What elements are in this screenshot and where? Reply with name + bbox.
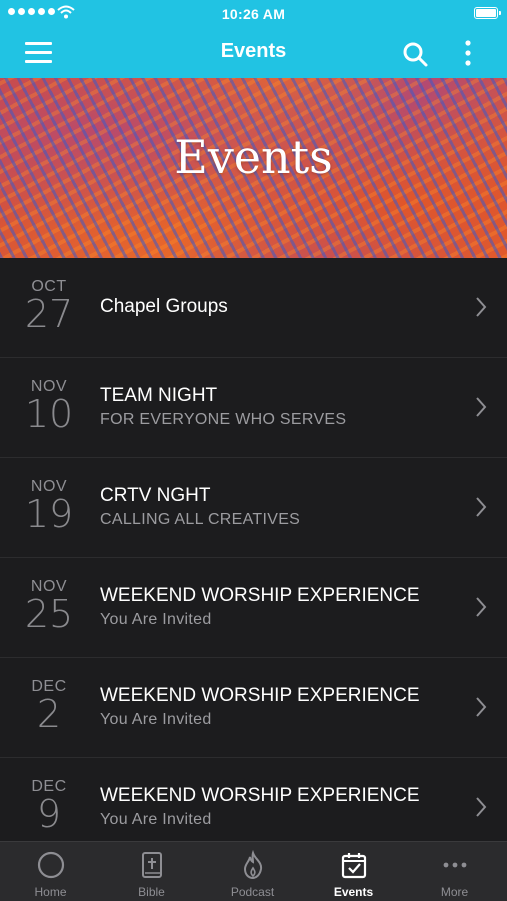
event-list: OCT 27 Chapel Groups NOV 10 TEAM NIGHT F… [0,258,507,841]
event-row[interactable]: DEC 9 WEEKEND WORSHIP EXPERIENCE You Are… [0,758,507,841]
event-row[interactable]: NOV 19 CRTV NGHT CALLING ALL CREATIVES [0,458,507,558]
chevron-right-icon [476,397,487,417]
event-date: DEC 2 [20,678,78,736]
event-row[interactable]: OCT 27 Chapel Groups [0,258,507,358]
event-row[interactable]: NOV 25 WEEKEND WORSHIP EXPERIENCE You Ar… [0,558,507,658]
battery-icon [474,7,501,19]
event-date: DEC 9 [20,778,78,836]
tab-label: More [440,885,469,899]
bible-icon [141,852,162,878]
event-title: Chapel Groups [100,296,228,317]
tab-events[interactable]: Events [303,842,404,901]
chevron-right-icon [476,297,487,317]
event-subtitle: CALLING ALL CREATIVES [100,511,301,528]
tab-label: Events [333,885,374,899]
status-bar: 10:26 AM [0,0,507,28]
event-date: NOV 19 [20,478,78,536]
event-day: 9 [36,792,62,836]
event-day: 25 [24,592,74,636]
status-time: 10:26 AM [221,6,286,22]
flame-icon [243,850,262,880]
more-dots-icon [443,862,466,868]
event-day: 27 [24,292,74,336]
event-text: WEEKEND WORSHIP EXPERIENCE You Are Invit… [100,585,467,629]
event-text: Chapel Groups [100,296,467,318]
home-circle-icon [37,851,64,879]
event-subtitle: FOR EVERYONE WHO SERVES [100,411,347,428]
event-date: NOV 25 [20,578,78,636]
chevron-right-icon [476,697,487,717]
event-day: 19 [24,492,74,536]
calendar-check-icon [341,853,366,879]
tab-podcast[interactable]: Podcast [202,842,303,901]
event-date: NOV 10 [20,378,78,436]
event-text: TEAM NIGHT FOR EVERYONE WHO SERVES [100,385,467,429]
hero-banner: Events [0,78,507,258]
tab-bible[interactable]: Bible [101,842,202,901]
event-text: WEEKEND WORSHIP EXPERIENCE You Are Invit… [100,785,467,829]
chevron-right-icon [476,797,487,817]
event-day: 10 [24,392,74,436]
hero-title: Events [174,130,333,184]
event-title: CRTV NGHT [100,485,211,506]
event-row[interactable]: NOV 10 TEAM NIGHT FOR EVERYONE WHO SERVE… [0,358,507,458]
event-date: OCT 27 [20,278,78,336]
event-day: 2 [36,692,62,736]
event-title: TEAM NIGHT [100,385,218,406]
more-vertical-icon[interactable] [458,38,478,68]
nav-bar: Events [0,28,507,78]
event-subtitle: You Are Invited [100,711,212,728]
tab-more[interactable]: More [404,842,505,901]
event-text: CRTV NGHT CALLING ALL CREATIVES [100,485,467,529]
tab-bar: Home Bible Podcast Events More [0,841,507,901]
tab-label: Home [34,885,67,899]
event-title: WEEKEND WORSHIP EXPERIENCE [100,585,420,606]
event-subtitle: You Are Invited [100,811,212,828]
tab-label: Podcast [230,885,275,899]
event-title: WEEKEND WORSHIP EXPERIENCE [100,785,420,806]
nav-title: Events [220,40,287,62]
event-subtitle: You Are Invited [100,611,212,628]
event-title: WEEKEND WORSHIP EXPERIENCE [100,685,420,706]
chevron-right-icon [476,497,487,517]
tab-home[interactable]: Home [0,842,101,901]
chevron-right-icon [476,597,487,617]
tab-label: Bible [138,885,165,899]
event-text: WEEKEND WORSHIP EXPERIENCE You Are Invit… [100,685,467,729]
event-row[interactable]: DEC 2 WEEKEND WORSHIP EXPERIENCE You Are… [0,658,507,758]
search-icon[interactable] [401,40,429,68]
